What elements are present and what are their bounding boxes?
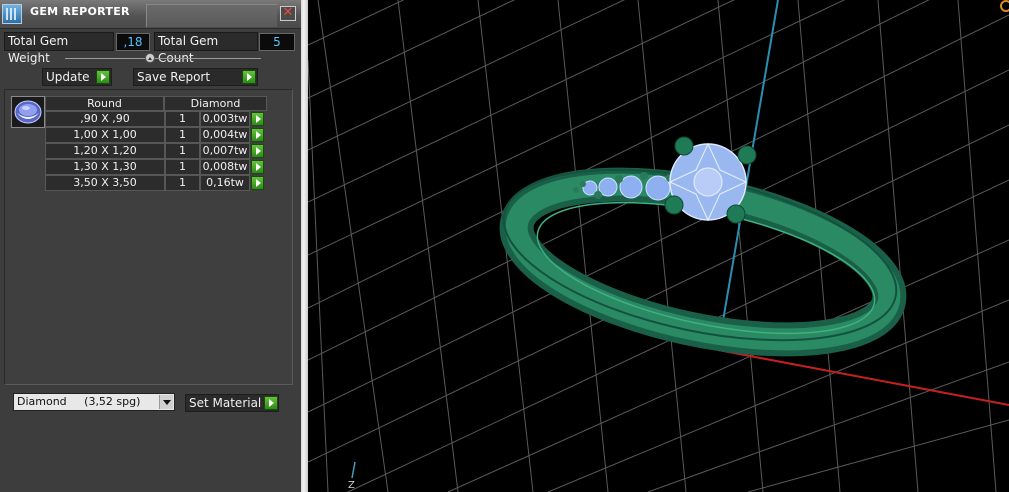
size-cell: 1,30 X 1,30 (45, 159, 165, 175)
weight-cell: 0,003tw (200, 111, 250, 127)
slider-track[interactable] (65, 58, 261, 59)
weight-cell: 0,007tw (200, 143, 250, 159)
play-arrow-icon (96, 70, 110, 84)
update-button-label: Update (46, 70, 90, 84)
corner-indicator-icon (1000, 0, 1009, 12)
quantity-cell: 1 (165, 159, 200, 175)
column-header-shape: Round (45, 96, 164, 111)
save-report-button[interactable]: Save Report (133, 68, 258, 86)
save-report-button-label: Save Report (137, 70, 211, 84)
construction-grid (308, 0, 1009, 492)
size-cell: 3,50 X 3,50 (45, 175, 165, 191)
play-arrow-icon[interactable] (251, 144, 264, 158)
total-gem-weight-label: Total Gem Weight (4, 32, 114, 65)
title-bar[interactable]: GEM REPORTER ✕ (0, 0, 301, 29)
viewport-canvas[interactable]: Z (308, 0, 1009, 492)
update-button[interactable]: Update (42, 68, 112, 86)
total-gem-count-label: Total Gem Count (154, 32, 258, 65)
total-gem-count-value: 5 (259, 33, 295, 51)
size-cell: 1,20 X 1,20 (45, 143, 165, 159)
gem-reporter-app-icon (2, 4, 22, 24)
quantity-cell: 1 (165, 127, 200, 143)
material-selected-value: Diamond (3,52 spg) (17, 395, 141, 408)
play-arrow-icon (242, 70, 256, 84)
quantity-cell: 1 (165, 143, 200, 159)
column-header-material: Diamond (164, 96, 267, 111)
axis-gizmo: Z (348, 461, 356, 491)
close-button[interactable]: ✕ (280, 6, 296, 21)
play-arrow-icon[interactable] (251, 128, 264, 142)
3d-viewport[interactable]: Z (308, 0, 1009, 492)
ring-model (499, 136, 907, 357)
size-cell: 1,00 X 1,00 (45, 127, 165, 143)
play-arrow-icon[interactable] (251, 176, 264, 190)
total-gem-weight-value: ,18 (116, 33, 150, 51)
play-arrow-icon (264, 396, 278, 410)
gem-reporter-panel: GEM REPORTER ✕ Total Gem Weight ,18 Tota… (0, 0, 301, 492)
quantity-cell: 1 (165, 111, 200, 127)
set-material-button[interactable]: Set Material (185, 394, 279, 412)
weight-cell: 0,008tw (200, 159, 250, 175)
size-cell: ,90 X ,90 (45, 111, 165, 127)
slider-handle[interactable] (145, 53, 155, 63)
play-arrow-icon[interactable] (251, 112, 264, 126)
weight-cell: 0,16tw (200, 175, 250, 191)
z-axis-label: Z (348, 480, 355, 491)
weight-cell: 0,004tw (200, 127, 250, 143)
chevron-down-icon[interactable] (159, 395, 173, 409)
set-material-button-label: Set Material (189, 396, 262, 410)
quantity-cell: 1 (165, 175, 200, 191)
play-arrow-icon[interactable] (251, 160, 264, 174)
material-dropdown[interactable]: Diamond (3,52 spg) (13, 393, 175, 411)
panel-splitter[interactable] (301, 0, 308, 492)
round-gem-icon[interactable] (11, 96, 45, 128)
window-title: GEM REPORTER (30, 5, 130, 18)
title-tab-area (146, 4, 277, 27)
